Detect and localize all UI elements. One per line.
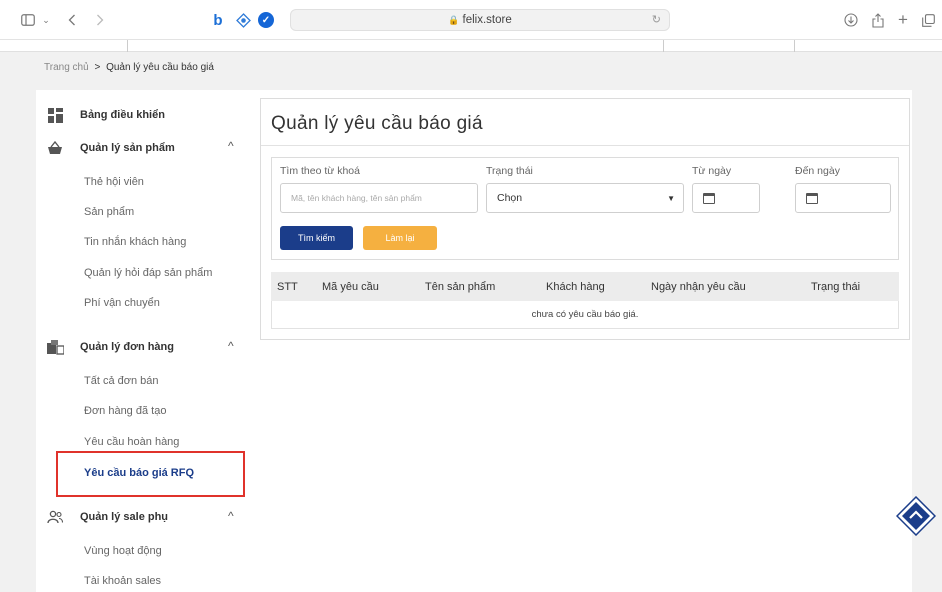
sidebar-item-sales-accounts[interactable]: Tài khoản sales — [84, 575, 161, 587]
sidebar-item-products[interactable]: Sản phẩm — [84, 206, 134, 218]
sidebar-item-created-orders[interactable]: Đơn hàng đã tạo — [84, 405, 166, 417]
lock-icon: 🔒 — [448, 14, 460, 25]
browser-toolbar: ⌄ b ✓ 🔒 felix.store ↻ + — [0, 0, 942, 40]
column-header-product-name: Tên sản phẩm — [425, 281, 496, 293]
sidebar-group-sales[interactable]: Quản lý sale phụ — [46, 509, 168, 525]
scroll-top-button[interactable] — [895, 495, 937, 537]
address-bar[interactable]: 🔒 felix.store ↻ — [290, 9, 670, 31]
keyword-search-input[interactable]: Mã, tên khách hàng, tên sản phẩm — [280, 183, 478, 213]
bing-extension-icon[interactable]: b — [211, 10, 225, 30]
header-divider — [663, 40, 664, 52]
status-label: Trạng thái — [486, 165, 533, 177]
calendar-icon — [703, 192, 715, 204]
back-icon[interactable] — [66, 10, 78, 30]
title-divider — [261, 145, 909, 146]
sidebar-item-customer-messages[interactable]: Tin nhắn khách hàng — [84, 236, 186, 248]
column-header-received-date: Ngày nhận yêu cầu — [651, 281, 746, 293]
scroll-top-icon — [895, 495, 937, 537]
from-date-label: Từ ngày — [692, 165, 732, 177]
caret-down-icon: ▼ — [667, 193, 675, 203]
search-button[interactable]: Tìm kiếm — [280, 226, 353, 250]
reset-button[interactable]: Làm lại — [363, 226, 437, 250]
empty-message: chưa có yêu cầu báo giá. — [531, 309, 639, 320]
page-header-strip — [0, 40, 942, 52]
sidebar-group-label: Quản lý sản phẩm — [80, 142, 175, 154]
to-date-input[interactable] — [795, 183, 891, 213]
column-header-status: Trạng thái — [811, 281, 861, 293]
download-icon[interactable] — [843, 10, 859, 30]
status-select-value: Chọn — [497, 192, 523, 204]
breadcrumb-home[interactable]: Trang chủ — [44, 62, 89, 73]
sidebar-group-label: Quản lý sale phụ — [80, 511, 169, 523]
from-date-input[interactable] — [692, 183, 760, 213]
status-select[interactable]: Chọn ▼ — [486, 183, 684, 213]
highlight-annotation — [56, 451, 245, 497]
forward-icon[interactable] — [94, 10, 106, 30]
sidebar-item-return-requests[interactable]: Yêu cầu hoàn hàng — [84, 436, 179, 448]
sidebar-item-all-orders[interactable]: Tất cả đơn bán — [84, 375, 158, 387]
sidebar-group-label: Quản lý đơn hàng — [80, 341, 174, 353]
sidebar-item-product-qa[interactable]: Quản lý hỏi đáp sản phẩm — [84, 267, 212, 279]
chevron-down-icon[interactable]: ⌄ — [40, 10, 52, 30]
calendar-icon — [806, 192, 818, 204]
sidebar-group-orders[interactable]: Quản lý đơn hàng — [46, 339, 174, 355]
chevron-up-icon[interactable]: ^ — [228, 139, 234, 153]
extension-icon[interactable] — [235, 10, 251, 30]
column-header-stt: STT — [277, 281, 298, 293]
users-icon — [46, 509, 64, 525]
sidebar-item-label: Bảng điều khiển — [80, 109, 165, 121]
header-divider — [127, 40, 128, 52]
sidebar-group-products[interactable]: Quản lý sản phẩm — [46, 140, 175, 156]
sidebar-item-dashboard[interactable]: Bảng điều khiển — [46, 107, 165, 123]
new-tab-icon[interactable]: + — [896, 10, 910, 30]
chevron-up-icon[interactable]: ^ — [228, 339, 234, 353]
to-date-label: Đến ngày — [795, 165, 840, 177]
share-icon[interactable] — [870, 10, 886, 30]
tabs-icon[interactable] — [920, 10, 936, 30]
chevron-up-icon[interactable]: ^ — [228, 509, 234, 523]
sidebar-toggle-icon[interactable] — [20, 10, 36, 30]
dashboard-icon — [46, 107, 64, 123]
breadcrumb-current: Quản lý yêu cầu báo giá — [106, 62, 214, 73]
table-empty-row: chưa có yêu cầu báo giá. — [271, 301, 899, 329]
breadcrumb: Trang chủ > Quản lý yêu cầu báo giá — [44, 62, 214, 73]
sidebar-item-membership-card[interactable]: Thẻ hội viên — [84, 176, 144, 188]
boxes-icon — [46, 339, 64, 355]
breadcrumb-separator: > — [94, 62, 101, 73]
reload-icon[interactable]: ↻ — [652, 13, 661, 26]
column-header-customer: Khách hàng — [546, 281, 605, 293]
keyword-placeholder: Mã, tên khách hàng, tên sản phẩm — [291, 193, 422, 203]
page-title: Quản lý yêu cầu báo giá — [271, 113, 483, 134]
column-header-request-code: Mã yêu cầu — [322, 281, 379, 293]
verified-extension-icon[interactable]: ✓ — [258, 10, 274, 30]
basket-icon — [46, 140, 64, 156]
sidebar-item-shipping-fee[interactable]: Phí vận chuyển — [84, 297, 160, 309]
url-text: felix.store — [462, 14, 512, 26]
keyword-label: Tìm theo từ khoá — [280, 165, 360, 177]
sidebar-item-active-area[interactable]: Vùng hoạt động — [84, 545, 162, 557]
header-divider — [794, 40, 795, 52]
